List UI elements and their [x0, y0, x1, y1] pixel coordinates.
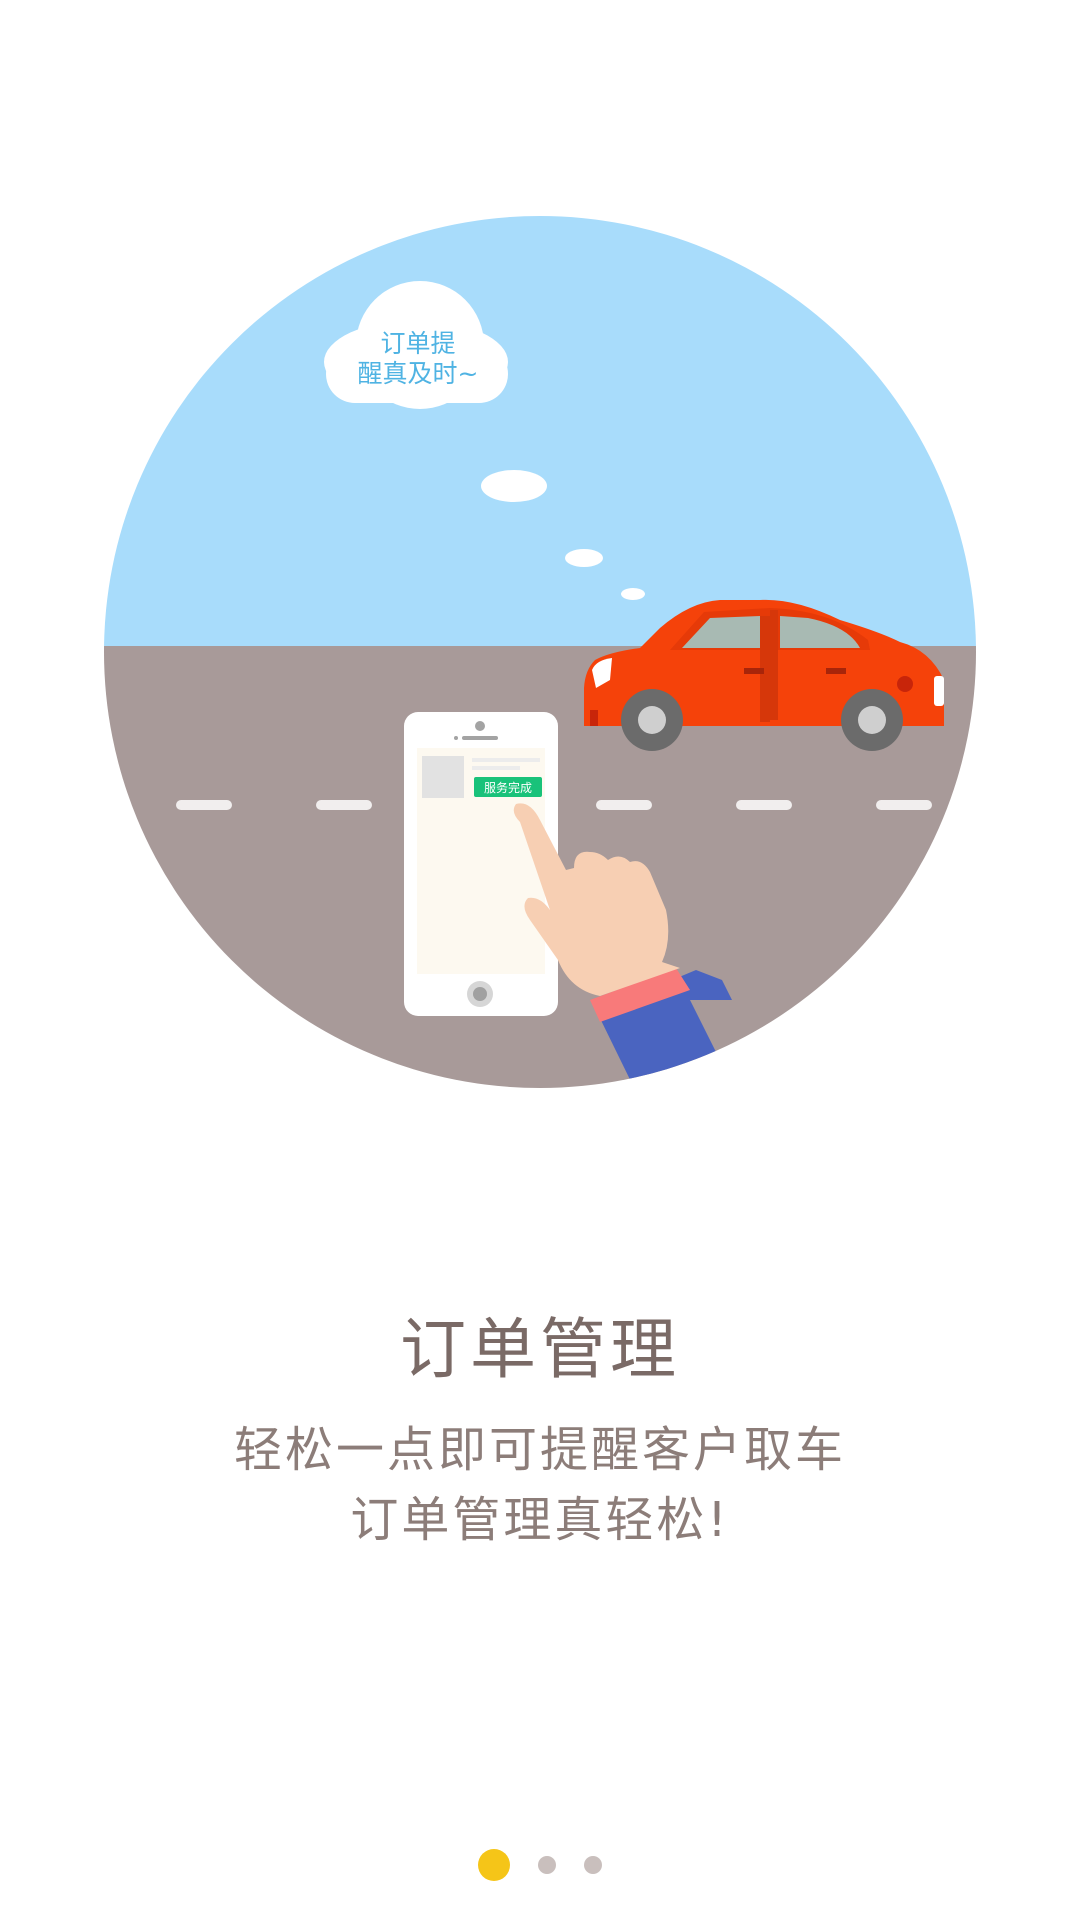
cloud-text-line2: 醒真及时~ [358, 359, 479, 388]
page-indicator [0, 1845, 1080, 1885]
cloud-text-line1: 订单提 [380, 329, 455, 358]
subtitle-line-1: 轻松一点即可提醒客户取车 [233, 1422, 846, 1478]
order-management-illustration: 订单提 醒真及时~ 服务完成 [104, 216, 976, 1088]
thought-bubble-small [621, 588, 645, 600]
sky [104, 216, 976, 650]
thought-bubble-medium [565, 549, 603, 567]
thought-bubble-large [481, 470, 547, 502]
service-complete-label: 服务完成 [484, 780, 532, 795]
page-title: 订单管理 [400, 1311, 680, 1388]
page-indicator-dot-3[interactable] [584, 1856, 602, 1874]
page-indicator-dot-2[interactable] [538, 1856, 556, 1874]
subtitle-line-2: 订单管理真轻松! [350, 1492, 730, 1548]
page-indicator-dot-1[interactable] [478, 1849, 510, 1881]
